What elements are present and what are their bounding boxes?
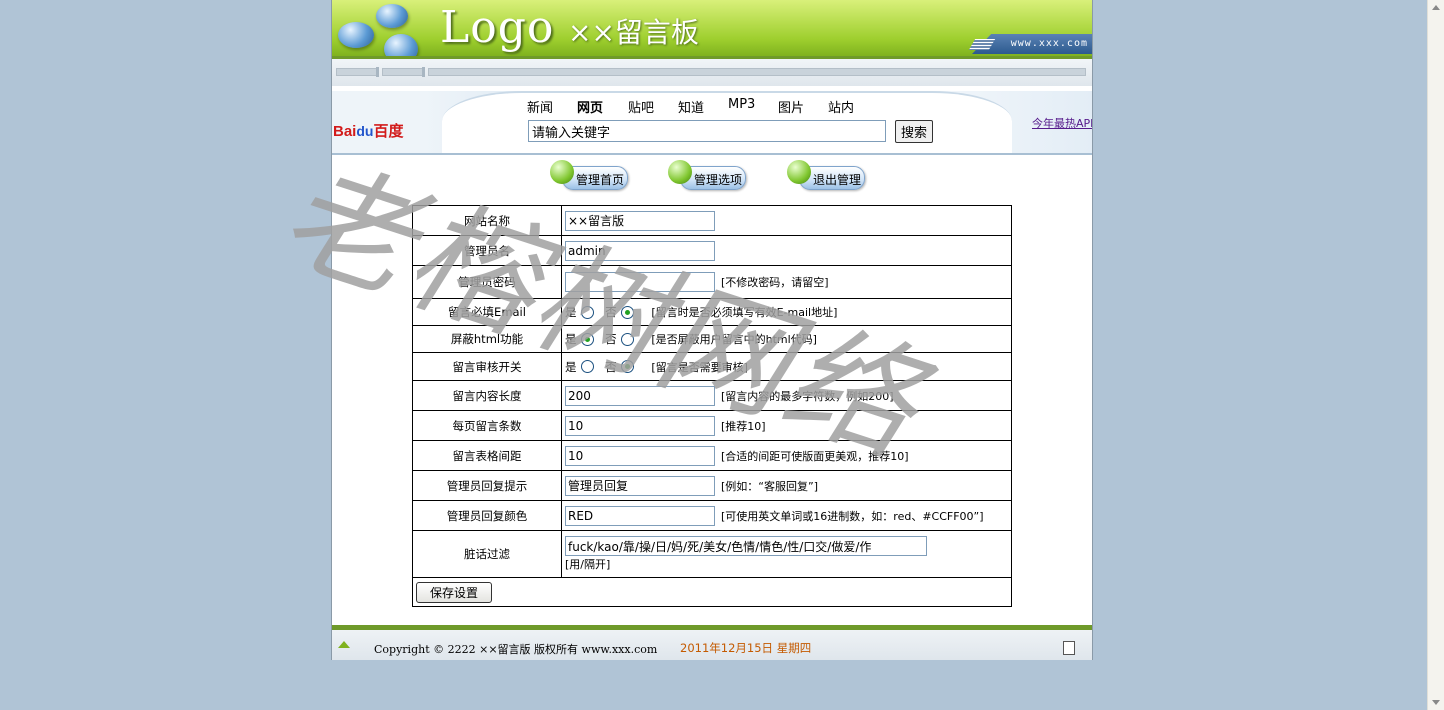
vertical-scrollbar[interactable] <box>1427 0 1444 710</box>
radio-label: 否 <box>605 305 617 319</box>
admin-home-button[interactable]: 管理首页 <box>550 160 628 190</box>
baidu-nav-site[interactable]: 站内 <box>828 97 854 116</box>
notepad-icon <box>668 160 692 184</box>
baidu-nav-news[interactable]: 新闻 <box>527 97 553 116</box>
setting-label: 屏蔽html功能 <box>412 325 562 353</box>
radio-label: 是 <box>565 332 577 346</box>
table-row: 屏蔽html功能 是 否 [是否屏蔽用户留言中的html代码] <box>412 325 1012 353</box>
site-header: Logo ××留言板 www.xxx.com <box>332 0 1092 64</box>
table-spacing-input[interactable] <box>565 445 715 466</box>
table-row: 留言内容长度 [留言内容的最多字符数，例如200] <box>412 380 1012 411</box>
admin-options-label: 管理选项 <box>694 173 743 187</box>
logout-button[interactable]: 退出管理 <box>787 160 865 190</box>
table-row: 管理员回复颜色 [可使用英文单词或16进制数，如：red、#CCFF00”] <box>412 500 1012 531</box>
setting-label: 留言表格间距 <box>412 440 562 471</box>
settings-table: 网站名称 管理员名 管理员密码 [不修改密码，请留空] 留言必填Email 是 … <box>412 205 1012 607</box>
block-html-no-radio[interactable] <box>620 332 634 346</box>
setting-label: 管理员名 <box>412 235 562 266</box>
table-row: 脏话过滤 [用/隔开] <box>412 530 1012 578</box>
scroll-up-icon[interactable] <box>1432 5 1440 10</box>
setting-hint: [留言是否需要审核] <box>651 360 748 374</box>
radio-label: 是 <box>565 305 577 319</box>
setting-hint: [例如：“客服回复”] <box>721 479 818 493</box>
radio-label: 是 <box>565 359 577 374</box>
review-no-radio[interactable] <box>620 360 634 373</box>
copyright-text: Copyright © 2222 ××留言版 版权所有 www.xxx.com <box>374 643 658 656</box>
baidu-nav-zhidao[interactable]: 知道 <box>678 97 704 116</box>
site-title: ××留言板 <box>568 16 699 49</box>
admin-options-button[interactable]: 管理选项 <box>668 160 746 190</box>
table-row: 管理员名 <box>412 235 1012 266</box>
setting-label: 留言必填Email <box>412 298 562 326</box>
hot-app-link[interactable]: 今年最热APP <box>1032 115 1092 131</box>
baidu-nav-tieba[interactable]: 贴吧 <box>628 97 654 116</box>
setting-label: 每页留言条数 <box>412 410 562 441</box>
setting-hint: [用/隔开] <box>565 558 611 571</box>
table-row: 管理员密码 [不修改密码，请留空] <box>412 265 1012 299</box>
up-arrow-icon[interactable] <box>338 641 350 648</box>
admin-password-input[interactable] <box>565 272 715 292</box>
setting-label: 管理员回复颜色 <box>412 500 562 531</box>
baidu-search-input[interactable] <box>528 120 886 142</box>
radio-label: 否 <box>605 359 617 374</box>
scroll-down-icon[interactable] <box>1432 700 1440 705</box>
table-row: 网站名称 <box>412 205 1012 236</box>
notepad-icon <box>787 160 811 184</box>
setting-hint: [留言内容的最多字符数，例如200] <box>721 389 894 403</box>
site-logo: Logo <box>440 2 555 53</box>
footer-date: 2011年12月15日 星期四 <box>680 641 812 655</box>
content-length-input[interactable] <box>565 385 715 406</box>
block-html-yes-radio[interactable] <box>580 332 594 346</box>
per-page-input[interactable] <box>565 415 715 436</box>
admin-name-input[interactable] <box>565 240 715 261</box>
baidu-paw-icon: du <box>356 123 374 139</box>
setting-hint: [不修改密码，请留空] <box>721 276 829 289</box>
setting-label: 网站名称 <box>412 205 562 236</box>
baidu-nav-images[interactable]: 图片 <box>778 97 804 116</box>
email-required-yes-radio[interactable] <box>580 305 594 319</box>
edit-icon[interactable] <box>1063 641 1075 655</box>
save-settings-button[interactable]: 保存设置 <box>416 581 492 603</box>
site-footer: Copyright © 2222 ××留言版 版权所有 www.xxx.com … <box>332 625 1092 660</box>
baidu-nav-web[interactable]: 网页 <box>577 97 603 116</box>
table-row: 每页留言条数 [推荐10] <box>412 410 1012 441</box>
table-row: 保存设置 <box>412 577 1012 607</box>
setting-hint: [是否屏蔽用户留言中的html代码] <box>651 333 817 346</box>
admin-home-label: 管理首页 <box>576 173 625 187</box>
notepad-icon <box>550 160 574 184</box>
bubble-logo-icon <box>338 22 374 48</box>
setting-label: 脏话过滤 <box>412 530 562 578</box>
setting-hint: [留言时是否必须填写有效E-mail地址] <box>651 306 838 319</box>
table-row: 留言表格间距 [合适的间距可使版面更美观，推荐10] <box>412 440 1012 471</box>
setting-label: 留言审核开关 <box>412 352 562 381</box>
baidu-nav-mp3[interactable]: MP3 <box>728 97 755 112</box>
setting-label: 留言内容长度 <box>412 380 562 411</box>
reply-color-input[interactable] <box>565 505 715 526</box>
bad-words-input[interactable] <box>565 536 927 556</box>
bubble-logo-icon <box>376 4 408 28</box>
table-row: 管理员回复提示 [例如：“客服回复”] <box>412 470 1012 501</box>
baidu-logo[interactable]: Baidu百度 <box>333 120 403 141</box>
table-row: 留言必填Email 是 否 [留言时是否必须填写有效E-mail地址] <box>412 298 1012 326</box>
reply-prompt-input[interactable] <box>565 475 715 496</box>
baidu-search-button[interactable]: 搜索 <box>895 120 933 143</box>
site-name-input[interactable] <box>565 210 715 231</box>
header-divider-bar <box>332 56 1092 86</box>
guestbook-page: Logo ××留言板 www.xxx.com Baidu百度 新闻 网页 贴吧 … <box>331 0 1093 660</box>
radio-label: 否 <box>605 332 617 346</box>
review-yes-radio[interactable] <box>580 360 594 373</box>
email-required-no-radio[interactable] <box>620 305 634 319</box>
setting-hint: [推荐10] <box>721 419 766 433</box>
setting-hint: [合适的间距可使版面更美观，推荐10] <box>721 449 909 463</box>
setting-label: 管理员密码 <box>412 265 562 299</box>
setting-label: 管理员回复提示 <box>412 470 562 501</box>
setting-hint: [可使用英文单词或16进制数，如：red、#CCFF00”] <box>721 509 984 523</box>
logout-label: 退出管理 <box>813 173 862 187</box>
table-row: 留言审核开关 是 否 [留言是否需要审核] <box>412 352 1012 381</box>
